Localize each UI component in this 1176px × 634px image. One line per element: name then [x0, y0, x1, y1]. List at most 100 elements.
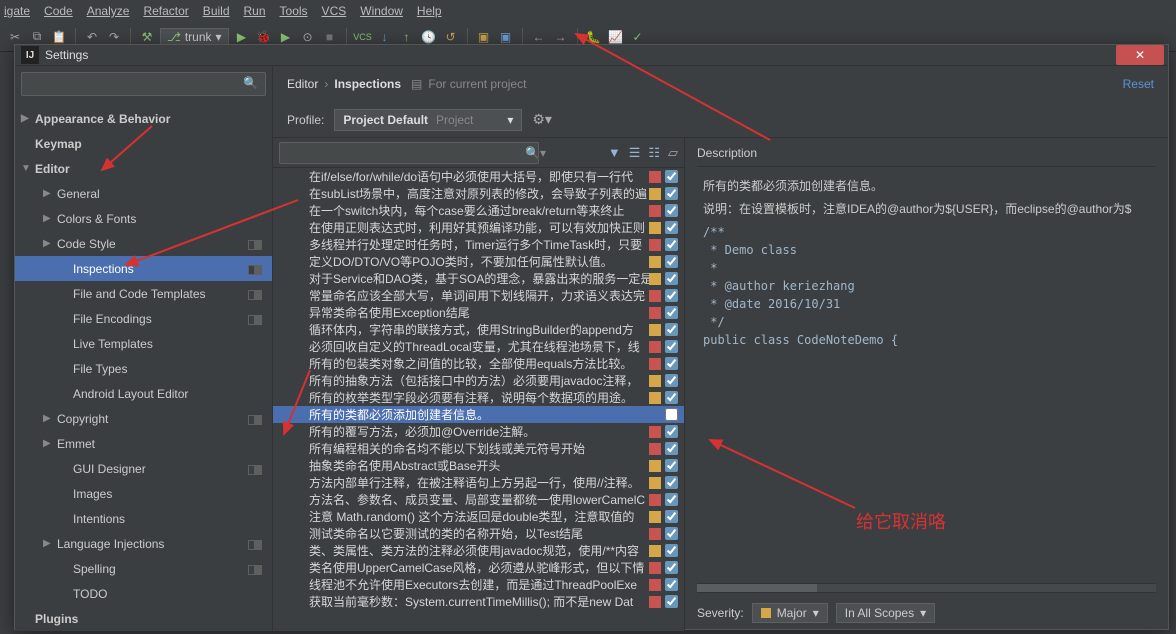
inspection-checkbox[interactable] [665, 493, 678, 506]
forward-icon[interactable]: → [552, 28, 570, 46]
menu-help[interactable]: Help [417, 4, 442, 18]
inspection-row[interactable]: 获取当前毫秒数：System.currentTimeMillis(); 而不是n… [273, 593, 684, 610]
run-icon[interactable]: ▶ [233, 28, 251, 46]
inspection-row[interactable]: 抽象类命名使用Abstract或Base开头 [273, 457, 684, 474]
vcs-update-icon[interactable]: ↓ [376, 28, 394, 46]
inspection-row[interactable]: 在subList场景中，高度注意对原列表的修改，会导致子列表的遍 [273, 185, 684, 202]
tree-item-live-templates[interactable]: Live Templates [15, 331, 272, 356]
debug-icon[interactable]: 🐞 [255, 28, 273, 46]
description-scrollbar[interactable] [697, 583, 1156, 593]
eraser-icon[interactable]: ▱ [668, 145, 678, 161]
inspection-row[interactable]: 在使用正则表达式时，利用好其预编译功能，可以有效加快正则 [273, 219, 684, 236]
profile-combo[interactable]: Project Default Project ▾ [334, 109, 522, 131]
inspection-checkbox[interactable] [665, 476, 678, 489]
inspection-checkbox[interactable] [665, 391, 678, 404]
menu-window[interactable]: Window [360, 4, 403, 18]
inspection-row[interactable]: 线程池不允许使用Executors去创建，而是通过ThreadPoolExe [273, 576, 684, 593]
inspection-checkbox[interactable] [665, 221, 678, 234]
inspection-row[interactable]: 所有的包装类对象之间值的比较，全部使用equals方法比较。 [273, 355, 684, 372]
bug-icon[interactable]: 🐛 [585, 28, 603, 46]
settings-tree[interactable]: ▶Appearance & BehaviorKeymap▼Editor▶Gene… [15, 102, 272, 631]
vcs-revert-icon[interactable]: ↺ [442, 28, 460, 46]
menu-tools[interactable]: Tools [280, 4, 308, 18]
cut-icon[interactable]: ✂ [6, 28, 24, 46]
vcs-commit-icon[interactable]: ↑ [398, 28, 416, 46]
tree-item-copyright[interactable]: ▶Copyright [15, 406, 272, 431]
inspection-checkbox[interactable] [665, 170, 678, 183]
inspection-row[interactable]: 所有的枚举类型字段必须要有注释，说明每个数据项的用途。 [273, 389, 684, 406]
inspection-checkbox[interactable] [665, 408, 678, 421]
stop-icon[interactable]: ■ [321, 28, 339, 46]
run-config-combo[interactable]: ⎇trunk▾ [160, 28, 229, 46]
redo-icon[interactable]: ↷ [105, 28, 123, 46]
inspection-row[interactable]: 在一个switch块内，每个case要么通过break/return等来终止 [273, 202, 684, 219]
inspection-row[interactable]: 异常类命名使用Exception结尾 [273, 304, 684, 321]
tree-item-file-and-code-templates[interactable]: File and Code Templates [15, 281, 272, 306]
inspection-row[interactable]: 所有的覆写方法，必须加@Override注解。 [273, 423, 684, 440]
inspection-row[interactable]: 测试类命名以它要测试的类的名称开始，以Test结尾 [273, 525, 684, 542]
inspection-row[interactable]: 循环体内，字符串的联接方式，使用StringBuilder的append方 [273, 321, 684, 338]
tree-item-general[interactable]: ▶General [15, 181, 272, 206]
inspections-list[interactable]: 在if/else/for/while/do语句中必须使用大括号，即使只有一行代在… [273, 168, 684, 631]
inspection-row[interactable]: 类、类属性、类方法的注释必须使用javadoc规范，使用/**内容 [273, 542, 684, 559]
inspection-checkbox[interactable] [665, 374, 678, 387]
chart-icon[interactable]: 📈 [607, 28, 625, 46]
undo-icon[interactable]: ↶ [83, 28, 101, 46]
tree-item-colors-fonts[interactable]: ▶Colors & Fonts [15, 206, 272, 231]
main-menubar[interactable]: igateCodeAnalyzeRefactorBuildRunToolsVCS… [0, 0, 1176, 22]
settings-search-input[interactable] [21, 72, 266, 96]
tree-item-file-types[interactable]: File Types [15, 356, 272, 381]
collapse-icon[interactable]: ☷ [648, 145, 660, 161]
inspection-checkbox[interactable] [665, 289, 678, 302]
menu-build[interactable]: Build [203, 4, 230, 18]
tool2-icon[interactable]: ▣ [497, 28, 515, 46]
inspection-row[interactable]: 在if/else/for/while/do语句中必须使用大括号，即使只有一行代 [273, 168, 684, 185]
inspection-row[interactable]: 所有编程相关的命名均不能以下划线或美元符号开始 [273, 440, 684, 457]
inspection-checkbox[interactable] [665, 459, 678, 472]
inspection-checkbox[interactable] [665, 527, 678, 540]
inspection-row[interactable]: 多线程并行处理定时任务时，Timer运行多个TimeTask时，只要 [273, 236, 684, 253]
inspection-checkbox[interactable] [665, 357, 678, 370]
inspection-checkbox[interactable] [665, 238, 678, 251]
tree-item-language-injections[interactable]: ▶Language Injections [15, 531, 272, 556]
inspection-row[interactable]: 对于Service和DAO类，基于SOA的理念，暴露出来的服务一定是 [273, 270, 684, 287]
tree-item-todo[interactable]: TODO [15, 581, 272, 606]
tree-item-android-layout-editor[interactable]: Android Layout Editor [15, 381, 272, 406]
tree-item-spelling[interactable]: Spelling [15, 556, 272, 581]
copy-icon[interactable]: ⧉ [28, 28, 46, 46]
filter-icon[interactable]: ▼ [608, 145, 621, 160]
inspection-checkbox[interactable] [665, 204, 678, 217]
build-icon[interactable]: ⚒ [138, 28, 156, 46]
tree-item-images[interactable]: Images [15, 481, 272, 506]
dialog-titlebar[interactable]: IJ Settings ✕ [15, 45, 1168, 66]
inspection-checkbox[interactable] [665, 442, 678, 455]
vcs-tag-icon[interactable]: VCS [354, 28, 372, 46]
tree-item-emmet[interactable]: ▶Emmet [15, 431, 272, 456]
inspection-row[interactable]: 方法内部单行注释，在被注释语句上方另起一行，使用//注释。 [273, 474, 684, 491]
tree-item-intentions[interactable]: Intentions [15, 506, 272, 531]
back-icon[interactable]: ← [530, 28, 548, 46]
paste-icon[interactable]: 📋 [50, 28, 68, 46]
profile-icon[interactable]: ⊙ [299, 28, 317, 46]
tree-item-gui-designer[interactable]: GUI Designer [15, 456, 272, 481]
check-icon[interactable]: ✓ [629, 28, 647, 46]
scope-combo[interactable]: In All Scopes▾ [836, 603, 935, 623]
expand-icon[interactable]: ☰ [629, 145, 641, 161]
menu-analyze[interactable]: Analyze [87, 4, 130, 18]
inspection-row[interactable]: 所有的抽象方法（包括接口中的方法）必须要用javadoc注释， [273, 372, 684, 389]
inspection-row[interactable]: 常量命名应该全部大写，单词间用下划线隔开，力求语义表达完 [273, 287, 684, 304]
inspection-row[interactable]: 方法名、参数名、成员变量、局部变量都统一使用lowerCamelC [273, 491, 684, 508]
inspection-checkbox[interactable] [665, 255, 678, 268]
inspection-checkbox[interactable] [665, 595, 678, 608]
menu-igate[interactable]: igate [4, 4, 30, 18]
vcs-history-icon[interactable]: 🕓 [420, 28, 438, 46]
inspection-row[interactable]: 所有的类都必须添加创建者信息。 [273, 406, 684, 423]
tree-item-keymap[interactable]: Keymap [15, 131, 272, 156]
tree-item-appearance-behavior[interactable]: ▶Appearance & Behavior [15, 106, 272, 131]
inspection-checkbox[interactable] [665, 510, 678, 523]
tree-item-code-style[interactable]: ▶Code Style [15, 231, 272, 256]
inspection-checkbox[interactable] [665, 544, 678, 557]
tool1-icon[interactable]: ▣ [475, 28, 493, 46]
inspection-row[interactable]: 注意 Math.random() 这个方法返回是double类型，注意取值的 [273, 508, 684, 525]
inspection-checkbox[interactable] [665, 578, 678, 591]
